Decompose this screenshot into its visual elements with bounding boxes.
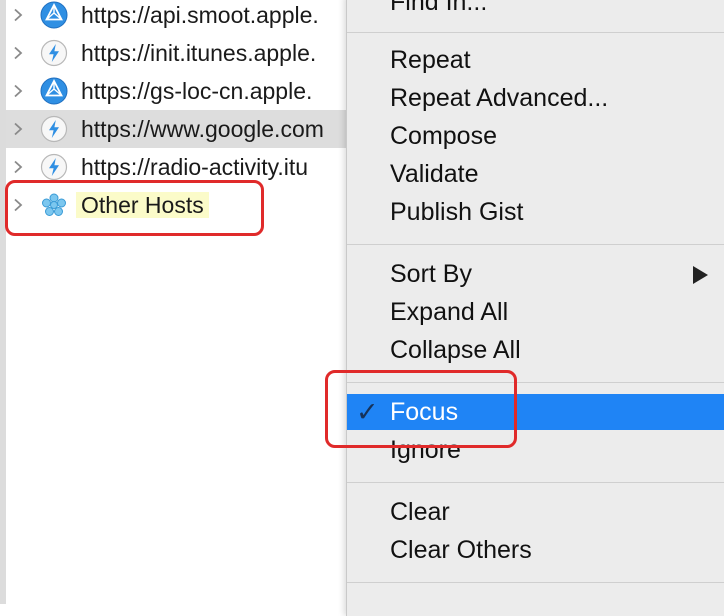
menu-separator xyxy=(347,482,724,483)
host-row[interactable]: https://gs-loc-cn.apple. xyxy=(6,72,346,110)
menu-item-find-in[interactable]: Find In... xyxy=(347,0,724,20)
menu-item-validate[interactable]: Validate xyxy=(347,156,724,192)
menu-item-expand-all[interactable]: Expand All xyxy=(347,294,724,330)
chevron-right-icon[interactable] xyxy=(13,8,23,22)
annotation-box xyxy=(5,180,264,236)
chevron-right-icon[interactable] xyxy=(13,160,23,174)
host-row[interactable]: https://init.itunes.apple. xyxy=(6,34,346,72)
menu-separator xyxy=(347,244,724,245)
menu-item-clear-others[interactable]: Clear Others xyxy=(347,532,724,568)
host-row-selected[interactable]: https://www.google.com xyxy=(6,110,346,148)
submenu-arrow-icon xyxy=(692,266,708,289)
globe-icon xyxy=(40,1,68,29)
host-tree: https://api.smoot.apple. https://init.it… xyxy=(0,0,346,604)
annotation-box xyxy=(325,370,517,448)
menu-separator xyxy=(347,32,724,33)
menu-item-repeat[interactable]: Repeat xyxy=(347,42,724,78)
lightning-icon xyxy=(40,115,68,143)
menu-item-collapse-all[interactable]: Collapse All xyxy=(347,332,724,368)
context-menu: Find In... Repeat Repeat Advanced... Com… xyxy=(346,0,724,616)
host-url: https://www.google.com xyxy=(81,116,324,142)
chevron-right-icon[interactable] xyxy=(13,84,23,98)
host-url: https://radio-activity.itu xyxy=(81,154,309,180)
lightning-icon xyxy=(40,153,68,181)
chevron-right-icon[interactable] xyxy=(13,122,23,136)
menu-item-clear[interactable]: Clear xyxy=(347,494,724,530)
host-url: https://gs-loc-cn.apple. xyxy=(81,78,313,104)
lightning-icon xyxy=(40,39,68,67)
host-url: https://init.itunes.apple. xyxy=(81,40,317,66)
menu-item-repeat-advanced[interactable]: Repeat Advanced... xyxy=(347,80,724,116)
menu-item-sort-by[interactable]: Sort By xyxy=(347,256,724,292)
menu-item-publish-gist[interactable]: Publish Gist xyxy=(347,194,724,230)
menu-item-compose[interactable]: Compose xyxy=(347,118,724,154)
host-row[interactable]: https://api.smoot.apple. xyxy=(6,0,346,34)
globe-icon xyxy=(40,77,68,105)
chevron-right-icon[interactable] xyxy=(13,46,23,60)
host-url: https://api.smoot.apple. xyxy=(81,2,319,28)
menu-separator xyxy=(347,582,724,583)
